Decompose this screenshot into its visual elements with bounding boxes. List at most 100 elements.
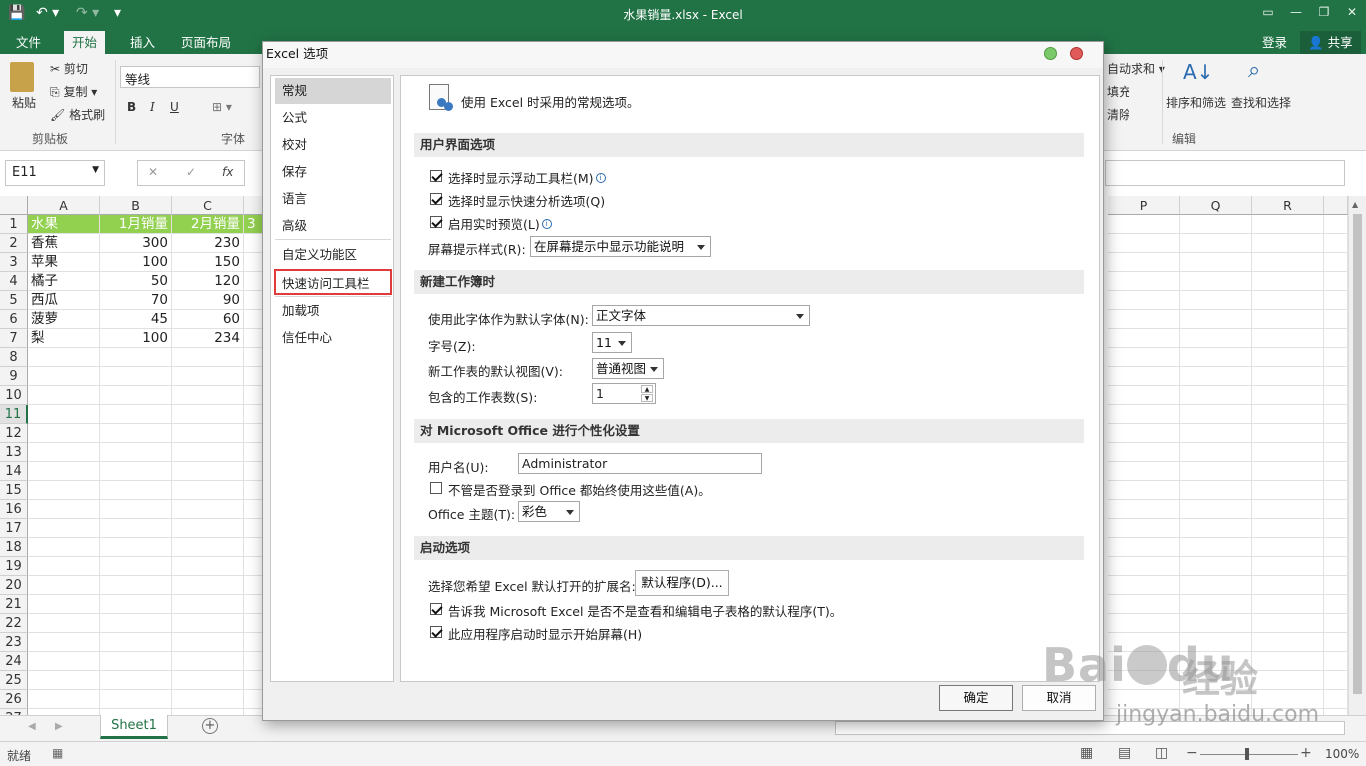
screentip-style-select[interactable]: 在屏幕提示中显示功能说明 [530,236,711,257]
header-cell[interactable]: 2月销量 [172,215,244,234]
cell[interactable] [1324,652,1348,671]
normal-view-icon[interactable]: ▦ [1080,745,1093,761]
cell[interactable] [1180,272,1252,291]
cell[interactable] [1252,652,1324,671]
cell[interactable] [1324,557,1348,576]
cell[interactable] [1324,291,1348,310]
nav-item-advanced[interactable]: 高级 [275,213,391,239]
data-cell[interactable]: 梨 [28,329,100,348]
cell[interactable] [244,462,264,481]
cell[interactable] [244,367,264,386]
cell[interactable] [28,614,100,633]
nav-item-trust-center[interactable]: 信任中心 [275,325,391,351]
row-header[interactable]: 23 [0,633,28,652]
cell[interactable] [1108,215,1180,234]
default-font-select[interactable]: 正文字体 [592,305,810,326]
cell[interactable] [1108,576,1180,595]
cell[interactable] [100,405,172,424]
row-header[interactable]: 2 [0,234,28,253]
cell[interactable] [28,538,100,557]
cell[interactable] [1108,462,1180,481]
column-header[interactable]: C [172,196,244,215]
cell[interactable] [1324,671,1348,690]
cell[interactable] [1252,481,1324,500]
column-header[interactable] [1324,196,1348,215]
insert-function-icon[interactable]: fx [222,165,233,179]
tab-insert[interactable]: 插入 [122,31,163,54]
row-header[interactable]: 4 [0,272,28,291]
cell[interactable] [28,633,100,652]
cell[interactable] [1252,443,1324,462]
tab-home[interactable]: 开始 [64,31,106,54]
cell[interactable] [1108,557,1180,576]
cell[interactable] [1252,576,1324,595]
cell[interactable] [1108,253,1180,272]
next-sheet-icon[interactable]: ▶ [55,721,63,732]
cell[interactable] [28,500,100,519]
fill-button[interactable]: 填充 [1107,83,1129,100]
sheet-tab-sheet1[interactable]: Sheet1 [100,715,168,739]
cell[interactable] [1324,690,1348,709]
enter-formula-icon[interactable]: ✓ [186,165,196,179]
nav-item-save[interactable]: 保存 [275,159,391,185]
cell[interactable] [172,652,244,671]
cell[interactable] [100,462,172,481]
cell[interactable] [28,424,100,443]
cell[interactable] [100,367,172,386]
cell[interactable] [1180,367,1252,386]
row-header[interactable]: 15 [0,481,28,500]
header-cell[interactable]: 1月销量 [100,215,172,234]
cell[interactable] [100,557,172,576]
cell[interactable] [244,291,264,310]
cell[interactable] [244,253,264,272]
row-header[interactable]: 25 [0,671,28,690]
cell[interactable] [1180,576,1252,595]
ribbon-display-icon[interactable]: ▭ [1254,2,1282,22]
cell[interactable] [1252,215,1324,234]
cell[interactable] [1324,424,1348,443]
share-button[interactable]: 👤 共享 [1300,31,1361,54]
header-cell[interactable]: 水果 [28,215,100,234]
cell[interactable] [1252,519,1324,538]
cell[interactable] [100,443,172,462]
data-cell[interactable]: 苹果 [28,253,100,272]
vertical-scrollbar[interactable]: ▲ [1348,196,1366,715]
row-header[interactable]: 16 [0,500,28,519]
cell[interactable] [1324,595,1348,614]
cell[interactable] [172,690,244,709]
cell[interactable] [28,652,100,671]
cell[interactable] [172,462,244,481]
cell[interactable] [172,614,244,633]
restore-icon[interactable]: ❐ [1310,2,1338,22]
cell[interactable] [1252,348,1324,367]
cell[interactable] [1108,348,1180,367]
cell[interactable] [172,595,244,614]
cell[interactable] [100,595,172,614]
cell[interactable] [244,595,264,614]
quick-analysis-checkbox[interactable] [430,193,442,205]
find-select-button[interactable]: 查找和选择 [1231,94,1291,111]
cell[interactable] [172,348,244,367]
cell[interactable] [1252,310,1324,329]
column-header[interactable]: A [28,196,100,215]
cell[interactable] [1324,614,1348,633]
cell[interactable] [1108,405,1180,424]
cell[interactable] [244,386,264,405]
zoom-slider[interactable] [1200,754,1298,755]
cell[interactable] [1180,291,1252,310]
sort-filter-button[interactable]: 排序和筛选 [1166,94,1226,111]
cell[interactable] [1108,329,1180,348]
cell[interactable] [1324,576,1348,595]
paste-icon[interactable] [10,62,34,92]
default-view-select[interactable]: 普通视图 [592,358,664,379]
select-all-corner[interactable] [0,196,28,215]
cell[interactable] [244,443,264,462]
nav-item-general[interactable]: 常规 [275,78,391,104]
cell[interactable] [244,405,264,424]
cell[interactable] [1108,481,1180,500]
cell[interactable] [1108,367,1180,386]
macro-record-icon[interactable]: ▦ [52,746,63,760]
page-break-view-icon[interactable]: ◫ [1155,745,1168,761]
cell[interactable] [1324,633,1348,652]
cell[interactable] [1108,386,1180,405]
